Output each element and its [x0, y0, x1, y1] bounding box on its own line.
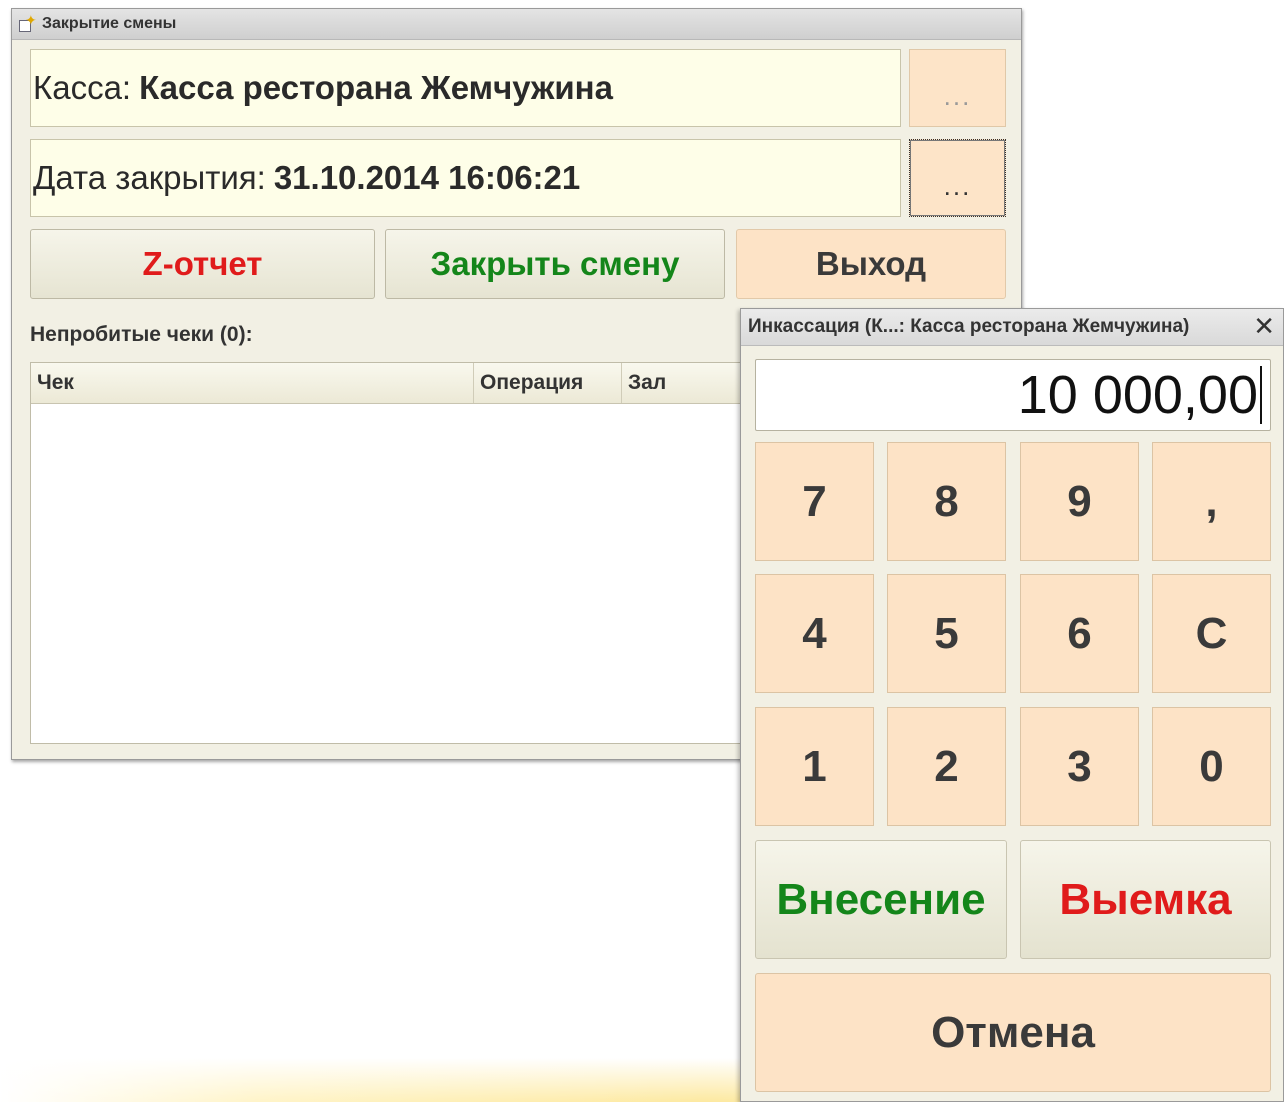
ellipsis-label: ...: [943, 171, 972, 201]
amount-value: 10 000,00: [1017, 365, 1258, 425]
key-8[interactable]: 8: [887, 442, 1006, 561]
key-1[interactable]: 1: [755, 707, 874, 826]
key-5[interactable]: 5: [887, 574, 1006, 693]
close-date-label: Дата закрытия:: [33, 159, 266, 196]
unpunched-checks-label: Непробитые чеки (0):: [30, 323, 253, 346]
close-date-value: 31.10.2014 16:06:21: [273, 159, 581, 196]
select-cash-register-button[interactable]: ...: [909, 49, 1006, 127]
key-clear[interactable]: C: [1152, 574, 1271, 693]
cash-register-label: Касса:: [33, 69, 132, 106]
amount-input[interactable]: 10 000,00: [755, 359, 1271, 431]
text-caret: [1260, 366, 1262, 424]
column-header-hall[interactable]: Зал: [622, 363, 742, 403]
close-icon[interactable]: ✕: [1253, 311, 1275, 342]
window-title: Закрытие смены: [42, 15, 177, 32]
key-9[interactable]: 9: [1020, 442, 1139, 561]
column-header-check[interactable]: Чек: [31, 363, 474, 403]
key-7[interactable]: 7: [755, 442, 874, 561]
close-shift-button[interactable]: Закрыть смену: [385, 229, 725, 299]
dialog-title: Инкассация (К...: Касса ресторана Жемчуж…: [748, 316, 1190, 337]
key-3[interactable]: 3: [1020, 707, 1139, 826]
key-comma[interactable]: ,: [1152, 442, 1271, 561]
select-date-button[interactable]: ...: [909, 139, 1006, 217]
deposit-button[interactable]: Внесение: [755, 840, 1007, 959]
key-0[interactable]: 0: [1152, 707, 1271, 826]
cash-register-field: Касса: Касса ресторана Жемчужина: [30, 49, 901, 127]
withdrawal-button[interactable]: Выемка: [1020, 840, 1271, 959]
column-header-operation[interactable]: Операция: [474, 363, 622, 403]
close-shift-titlebar: ✦ Закрытие смены: [12, 9, 1021, 40]
cancel-button[interactable]: Отмена: [755, 973, 1271, 1092]
key-6[interactable]: 6: [1020, 574, 1139, 693]
dialog-titlebar: Инкассация (К...: Касса ресторана Жемчуж…: [741, 309, 1283, 346]
ellipsis-label: ...: [943, 81, 972, 111]
key-4[interactable]: 4: [755, 574, 874, 693]
exit-button[interactable]: Выход: [736, 229, 1006, 299]
cash-register-value: Касса ресторана Жемчужина: [139, 69, 613, 106]
close-date-field: Дата закрытия: 31.10.2014 16:06:21: [30, 139, 901, 217]
cash-collection-dialog: Инкассация (К...: Касса ресторана Жемчуж…: [740, 308, 1284, 1102]
window-settings-icon: ✦: [18, 12, 37, 33]
z-report-button[interactable]: Z-отчет: [30, 229, 375, 299]
key-2[interactable]: 2: [887, 707, 1006, 826]
